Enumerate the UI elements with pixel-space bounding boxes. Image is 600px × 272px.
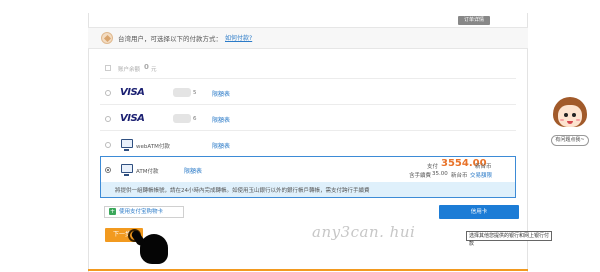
- atm-info-text: 將提供一組轉帳帳號，請在24小時內完成轉帳。如使用玉山銀行以外的銀行帳戶轉帳，需…: [115, 188, 370, 194]
- balance-unit: 元: [151, 67, 157, 73]
- divider: [100, 78, 516, 79]
- atm-label: ATM付款: [136, 169, 159, 175]
- help-button[interactable]: 有问题点我~: [551, 135, 589, 146]
- help-mascot-avatar[interactable]: [553, 97, 587, 131]
- visa-2-limit-link[interactable]: 限額表: [212, 115, 230, 124]
- atm-monitor-icon: [121, 164, 133, 176]
- order-detail-tab[interactable]: 订单详情: [458, 16, 490, 25]
- payment-diamond-icon: [101, 32, 113, 44]
- tooltip: 选择其他您提供的银行和网上银行付款: [466, 231, 552, 247]
- visa-1-radio[interactable]: [105, 90, 111, 96]
- visa-1-limit-link[interactable]: 限額表: [212, 89, 230, 98]
- atm-fee-currency: 新台币: [451, 173, 468, 179]
- atm-fee-label: 含手續費: [409, 173, 432, 179]
- atm-currency: 新台币: [475, 164, 492, 170]
- divider: [100, 130, 516, 131]
- atm-limit-link[interactable]: 限額表: [184, 166, 202, 175]
- friend-pay-button[interactable]: 使用支付宝购物卡: [104, 206, 184, 218]
- webatm-label: webATM付款: [136, 144, 170, 150]
- credit-card-button[interactable]: 信用卡: [439, 205, 519, 219]
- hand-cursor-icon: [140, 234, 168, 264]
- visa-1-card-number: [173, 88, 191, 97]
- mascot-eye-right: [572, 113, 576, 117]
- bottom-accent-line: [88, 269, 528, 271]
- visa-1-logo: VISA: [120, 87, 145, 98]
- atm-radio[interactable]: [105, 167, 111, 173]
- webatm-radio[interactable]: [105, 142, 111, 148]
- divider: [100, 104, 516, 105]
- webatm-monitor-icon: [121, 139, 133, 151]
- visa-1-digit: 5: [193, 90, 197, 96]
- mascot-eye-left: [564, 113, 568, 117]
- atm-info-bar: 將提供一組轉帳帳號，請在24小時內完成轉帳。如使用玉山銀行以外的銀行帳戶轉帳，需…: [101, 182, 515, 197]
- balance-amount: 0: [144, 63, 149, 71]
- mascot-cheek-right: [576, 119, 580, 121]
- balance-checkbox[interactable]: [105, 65, 111, 71]
- mascot-cheek-left: [560, 119, 564, 121]
- atm-fee-amount: 35.00: [432, 171, 448, 177]
- visa-2-logo: VISA: [120, 113, 145, 124]
- balance-label: 账户余额: [118, 67, 141, 73]
- watermark: any3can. hui: [312, 223, 416, 241]
- payment-header-text: 台湾用户，可选择以下的付款方式：: [118, 35, 222, 43]
- visa-2-digit: 6: [193, 116, 197, 122]
- how-to-pay-link[interactable]: 如何付款?: [225, 33, 252, 42]
- visa-2-radio[interactable]: [105, 116, 111, 122]
- webatm-limit-link[interactable]: 限額表: [212, 141, 230, 150]
- atm-pay-label: 支付: [427, 164, 439, 170]
- visa-2-card-number: [173, 114, 191, 123]
- atm-trade-limit-link[interactable]: 交易額限: [470, 171, 492, 179]
